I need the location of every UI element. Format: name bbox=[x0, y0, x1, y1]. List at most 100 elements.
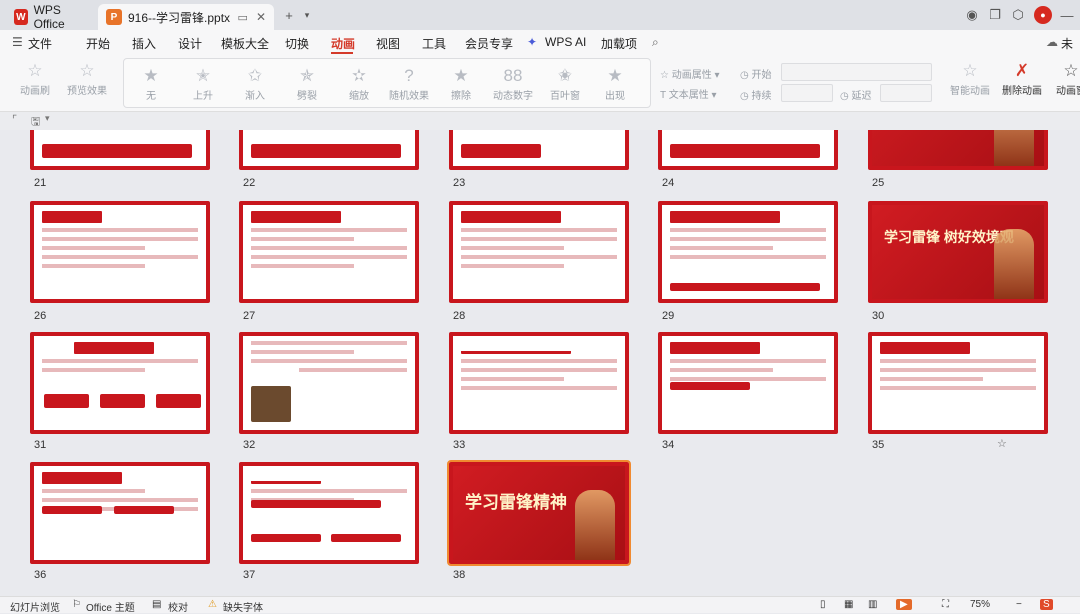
slide-thumbnail[interactable] bbox=[239, 130, 419, 170]
color-wheel-icon[interactable]: ◉ bbox=[963, 6, 981, 24]
menu-file[interactable]: 文件 bbox=[28, 35, 52, 52]
cube-icon[interactable]: ⬡ bbox=[1009, 6, 1027, 24]
minimize-icon[interactable]: — bbox=[1058, 6, 1076, 24]
menu-insert[interactable]: 插入 bbox=[132, 35, 156, 52]
slide-number: 24 bbox=[662, 177, 675, 189]
zoom-label[interactable]: 75% bbox=[970, 599, 990, 610]
menu-tools[interactable]: 工具 bbox=[422, 35, 446, 52]
preview-effect-button[interactable]: ☆ 预览效果 bbox=[62, 60, 112, 97]
tab-menu-chevron-icon[interactable]: ▾ bbox=[298, 6, 316, 24]
effect-split[interactable]: ✯ 劈裂 bbox=[282, 65, 332, 102]
doc-tab-label: 916--学习雷锋.pptx bbox=[128, 10, 231, 25]
animation-ribbon: ☆ 动画刷 ☆ 预览效果 ★ 无 ✭ 上升 ✩ 渐入 ✯ 劈裂 ✫ 缩放 ? 随机效果 ★ 擦除 … bbox=[0, 54, 1080, 112]
slide-browse-label[interactable]: 幻灯片浏览 bbox=[10, 599, 60, 614]
wps-tab-label: WPS Office bbox=[33, 3, 65, 31]
delete-animation-button[interactable]: ✗ 删除动画 bbox=[997, 60, 1047, 97]
star-outline-icon: ☆ bbox=[27, 61, 43, 80]
slide-number: 30 bbox=[872, 310, 885, 322]
slide-thumbnail[interactable] bbox=[239, 462, 419, 564]
menu-addins[interactable]: 加载项 bbox=[601, 35, 637, 52]
text-property-dropdown[interactable]: T 文本属性 ▾ bbox=[660, 86, 717, 101]
slide-number: 33 bbox=[453, 439, 466, 451]
effect-appear[interactable]: ★ 出现 bbox=[590, 65, 640, 102]
new-tab-icon[interactable]: + bbox=[280, 6, 298, 24]
chevron-down-icon[interactable]: ▾ bbox=[45, 113, 50, 124]
star-icon: ✬ bbox=[557, 66, 573, 85]
start-dropdown[interactable] bbox=[781, 63, 932, 81]
warning-icon: ⚠ bbox=[208, 599, 217, 610]
menu-transitions[interactable]: 切换 bbox=[285, 35, 309, 52]
effect-none[interactable]: ★ 无 bbox=[126, 65, 176, 102]
status-bar: 幻灯片浏览 ⚐ Office 主题 ▤ 校对 ⚠ 缺失字体 ▯ ▦ ▥ ▶ ⛶ … bbox=[0, 596, 1080, 614]
menu-member[interactable]: 会员专享 bbox=[465, 35, 513, 52]
menu-wps-ai[interactable]: WPS AI bbox=[545, 35, 586, 49]
pptx-file-icon: P bbox=[106, 9, 122, 25]
slide-thumbnail[interactable] bbox=[30, 332, 210, 434]
slide-sorter: 21 22 23 24 25 学习雷锋 树好效境观 26 27 28 29 30… bbox=[0, 130, 1080, 596]
slide-number: 36 bbox=[34, 569, 47, 581]
slide-thumbnail[interactable] bbox=[658, 130, 838, 170]
star-icon[interactable]: ☆ bbox=[997, 437, 1007, 450]
slide-thumbnail[interactable] bbox=[449, 332, 629, 434]
slide-thumbnail[interactable] bbox=[658, 201, 838, 303]
fit-icon[interactable]: ⛶ bbox=[942, 599, 949, 610]
effect-random[interactable]: ? 随机效果 bbox=[384, 65, 434, 102]
menu-view[interactable]: 视图 bbox=[376, 35, 400, 52]
animation-painter-button[interactable]: ☆ 动画刷 bbox=[10, 60, 60, 97]
menu-templates[interactable]: 模板大全 bbox=[221, 35, 269, 52]
close-tab-icon[interactable]: ✕ bbox=[256, 10, 266, 24]
menu-bar: ☰ 文件 开始 插入 设计 模板大全 切换 动画 视图 工具 会员专享 ✦ WP… bbox=[0, 30, 1080, 68]
smart-animation-button[interactable]: ☆ 智能动画 bbox=[945, 60, 995, 97]
proof-label[interactable]: 校对 bbox=[168, 599, 188, 614]
slide-thumbnail[interactable] bbox=[239, 201, 419, 303]
monitor-icon[interactable]: ▭ bbox=[238, 11, 248, 24]
effect-fade[interactable]: ✩ 渐入 bbox=[230, 65, 280, 102]
slide-thumbnail-selected[interactable]: 学习雷锋精神 bbox=[447, 460, 631, 566]
delay-input[interactable] bbox=[880, 84, 932, 102]
tab-wps-office[interactable]: W WPS Office bbox=[6, 3, 94, 31]
duration-input[interactable] bbox=[781, 84, 833, 102]
tab-document[interactable]: P 916--学习雷锋.pptx ▭ ✕ bbox=[98, 4, 274, 30]
search-icon[interactable]: ⌕ bbox=[652, 35, 659, 50]
animation-property-dropdown[interactable]: ☆ 动画属性 ▾ bbox=[660, 66, 720, 81]
effect-rise[interactable]: ✭ 上升 bbox=[178, 65, 228, 102]
menu-design[interactable]: 设计 bbox=[178, 35, 202, 52]
slide-thumbnail[interactable] bbox=[30, 462, 210, 564]
normal-view-icon[interactable]: ▯ bbox=[820, 599, 826, 610]
effect-wipe[interactable]: ★ 擦除 bbox=[436, 65, 486, 102]
slide-number: 27 bbox=[243, 310, 256, 322]
play-icon[interactable]: ▶ bbox=[896, 599, 912, 610]
slide-thumbnail[interactable] bbox=[449, 201, 629, 303]
duration-label: ◷ 持续 bbox=[740, 91, 772, 102]
reading-view-icon[interactable]: ▥ bbox=[868, 599, 877, 610]
slide-thumbnail[interactable] bbox=[239, 332, 419, 434]
window-icon[interactable]: ❐ bbox=[986, 6, 1004, 24]
menu-home[interactable]: 开始 bbox=[86, 35, 110, 52]
slide-thumbnail[interactable] bbox=[868, 130, 1048, 170]
quick-toolbar: ⌜ 🖫 ▾ bbox=[0, 112, 1080, 130]
effect-zoom[interactable]: ✫ 缩放 bbox=[334, 65, 384, 102]
star-icon: ✭ bbox=[195, 66, 211, 85]
slide-thumbnail[interactable] bbox=[449, 130, 629, 170]
sorter-view-icon[interactable]: ▦ bbox=[844, 599, 853, 610]
select-icon[interactable]: ⌜ bbox=[12, 113, 17, 126]
cloud-icon[interactable]: ☁ bbox=[1046, 35, 1058, 49]
wps-logo-icon: W bbox=[14, 9, 28, 25]
slide-number: 22 bbox=[243, 177, 256, 189]
theme-label[interactable]: Office 主题 bbox=[86, 599, 135, 614]
star-icon: ★ bbox=[453, 66, 469, 85]
missing-font-label[interactable]: 缺失字体 bbox=[223, 599, 263, 614]
slide-thumbnail[interactable]: 学习雷锋 树好效境观 bbox=[868, 201, 1048, 303]
hamburger-icon[interactable]: ☰ bbox=[12, 35, 23, 49]
zoom-out-icon[interactable]: − bbox=[1016, 599, 1022, 610]
slide-thumbnail[interactable] bbox=[868, 332, 1048, 434]
slide-thumbnail[interactable] bbox=[30, 130, 210, 170]
animation-pane-button[interactable]: ☆动画窗 bbox=[1046, 60, 1080, 97]
avatar[interactable]: ● bbox=[1034, 6, 1052, 24]
slide-number: 29 bbox=[662, 310, 675, 322]
effect-number[interactable]: 88 动态数字 bbox=[488, 65, 538, 102]
slide-thumbnail[interactable] bbox=[658, 332, 838, 434]
slide-thumbnail[interactable] bbox=[30, 201, 210, 303]
effect-blinds[interactable]: ✬ 百叶窗 bbox=[540, 65, 590, 102]
menu-animation[interactable]: 动画 bbox=[331, 35, 355, 52]
